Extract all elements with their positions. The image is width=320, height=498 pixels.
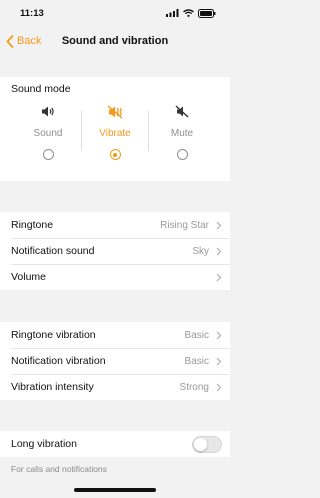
long-vibration-row: Long vibration: [0, 431, 230, 457]
vibrate-radio[interactable]: [109, 149, 121, 160]
vibration-settings-group: Ringtone vibration Basic Notification vi…: [0, 322, 230, 400]
sound-mode-label-mute: Mute: [170, 128, 194, 139]
row-value: Basic: [184, 355, 209, 367]
vibration-intensity-row[interactable]: Vibration intensity Strong: [0, 374, 230, 400]
row-label: Volume: [11, 271, 47, 283]
sound-settings-group: Ringtone Rising Star Notification sound …: [0, 212, 230, 290]
mute-radio[interactable]: [176, 149, 188, 160]
chevron-left-icon: [6, 34, 14, 48]
row-value: Basic: [184, 329, 209, 341]
ringtone-vibration-row[interactable]: Ringtone vibration Basic: [0, 322, 230, 348]
status-time: 11:13: [20, 7, 44, 19]
chevron-right-icon: [216, 331, 222, 339]
row-label: Ringtone: [11, 219, 54, 231]
battery-icon: [198, 8, 216, 18]
chevron-right-icon: [216, 247, 222, 255]
chevron-right-icon: [216, 273, 222, 281]
sound-radio[interactable]: [42, 149, 54, 160]
row-value: Strong: [179, 381, 209, 393]
back-label: Back: [17, 35, 42, 47]
ringtone-row[interactable]: Ringtone Rising Star: [0, 212, 230, 238]
row-label: Vibration intensity: [11, 381, 94, 393]
long-vibration-footnote: For calls and notifications: [11, 464, 107, 474]
row-value: Rising Star: [160, 219, 209, 231]
chevron-right-icon: [216, 357, 222, 365]
sound-mode-label-sound: Sound: [33, 128, 63, 139]
notification-vibration-row[interactable]: Notification vibration Basic: [0, 348, 230, 374]
sound-mode-option-vibrate[interactable]: Vibrate: [77, 105, 153, 160]
status-bar: 11:13: [0, 0, 230, 26]
sound-mode-option-mute[interactable]: Mute: [144, 105, 220, 160]
row-label: Ringtone vibration: [11, 329, 96, 341]
sound-mode-label-vibrate: Vibrate: [99, 128, 131, 139]
row-label: Notification vibration: [11, 355, 106, 367]
mute-icon: [175, 105, 189, 118]
status-icons: [166, 8, 216, 18]
chevron-right-icon: [216, 221, 222, 229]
chevron-right-icon: [216, 383, 222, 391]
sound-mode-title: Sound mode: [11, 83, 71, 95]
long-vibration-toggle[interactable]: [192, 435, 222, 453]
volume-row[interactable]: Volume: [0, 264, 230, 290]
vibrate-icon: [107, 105, 123, 119]
home-indicator: [74, 488, 156, 492]
toggle-knob: [194, 437, 207, 451]
page-title: Sound and vibration: [61, 35, 169, 47]
speaker-icon: [42, 106, 54, 117]
long-vibration-group: Long vibration: [0, 431, 230, 457]
back-button[interactable]: Back: [6, 32, 41, 50]
signal-icon: [166, 9, 179, 17]
row-value: Sky: [192, 245, 209, 257]
sound-mode-option-sound[interactable]: Sound: [10, 105, 86, 160]
nav-bar: Back Sound and vibration: [0, 28, 230, 54]
notification-sound-row[interactable]: Notification sound Sky: [0, 238, 230, 264]
row-label: Notification sound: [11, 245, 95, 257]
row-label: Long vibration: [11, 438, 77, 450]
sound-mode-card: Sound mode Sound Vibrate Mute: [0, 77, 230, 181]
wifi-icon: [183, 9, 194, 17]
